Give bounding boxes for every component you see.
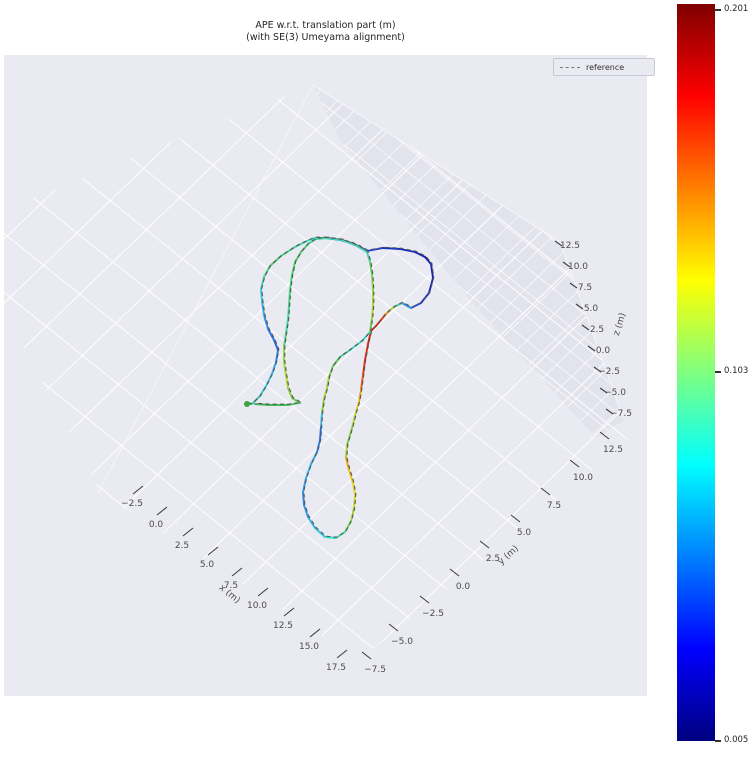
y-axis-tick-label: −2.5 xyxy=(422,609,444,619)
x-axis-tick-label: 2.5 xyxy=(175,541,189,551)
y-axis-tick-label: 10.0 xyxy=(573,473,593,483)
figure-window: −2.5 0.0 2.5 5.0 7.5 10.0 12.5 15.0 17.5 −7.5 −5.0… xyxy=(0,0,754,759)
trajectory-segment xyxy=(371,274,374,291)
legend-label: reference xyxy=(586,62,625,72)
colorbar-label-mid: 0.103 xyxy=(724,366,749,376)
trajectory-start-marker xyxy=(244,401,250,407)
x-axis-tick-label: −2.5 xyxy=(121,499,143,509)
legend: reference xyxy=(553,58,655,76)
chart-title: APE w.r.t. translation part (m) (with SE… xyxy=(0,20,651,44)
colorbar-tick-min xyxy=(715,740,721,742)
grid-line xyxy=(0,0,16,8)
z-axis-tick-label: 5.0 xyxy=(584,304,599,314)
y-axis-tick-label: 5.0 xyxy=(517,528,532,538)
x-axis-tick-label: 15.0 xyxy=(299,642,319,652)
chart-title-line2: (with SE(3) Umeyama alignment) xyxy=(246,32,405,43)
z-axis-tick-label: −2.5 xyxy=(598,367,620,377)
z-axis-tick-label: 12.5 xyxy=(560,241,580,251)
z-axis-tick-label: 2.5 xyxy=(590,325,604,335)
y-axis-tick-label: 0.0 xyxy=(456,582,471,592)
z-axis-tick-label: 0.0 xyxy=(596,346,611,356)
x-axis-tick-label: 17.5 xyxy=(326,663,346,673)
y-axis-tick-label: 7.5 xyxy=(547,501,561,511)
grid-line xyxy=(0,707,308,759)
z-axis-tick-label: −7.5 xyxy=(610,409,632,419)
z-axis-tick-label: −5.0 xyxy=(604,388,626,398)
x-axis-tick-label: 0.0 xyxy=(149,520,164,530)
x-axis-tick-label: 10.0 xyxy=(247,601,267,611)
x-axis-tick-label: 12.5 xyxy=(273,621,293,631)
colorbar-tick-max xyxy=(715,9,721,11)
reference-dashed-line-icon xyxy=(560,66,580,68)
y-axis-tick-label: −5.0 xyxy=(391,637,413,647)
y-axis-tick-label: 12.5 xyxy=(603,445,623,455)
y-axis-tick-label: −7.5 xyxy=(364,665,386,675)
z-axis-tick-label: 10.0 xyxy=(568,262,588,272)
colorbar-label-max: 0.201 xyxy=(724,4,749,14)
grid-line xyxy=(0,743,279,759)
z-axis-tick-label: 7.5 xyxy=(578,283,592,293)
plot-3d: −2.5 0.0 2.5 5.0 7.5 10.0 12.5 15.0 17.5 −7.5 −5.0… xyxy=(0,0,647,759)
chart-title-line1: APE w.r.t. translation part (m) xyxy=(255,20,396,31)
colorbar-tick-mid xyxy=(715,371,721,373)
colorbar-label-min: 0.005 xyxy=(724,735,749,745)
trajectory-segment xyxy=(382,247,401,250)
colorbar xyxy=(677,4,715,741)
x-axis-tick-label: 5.0 xyxy=(200,560,215,570)
